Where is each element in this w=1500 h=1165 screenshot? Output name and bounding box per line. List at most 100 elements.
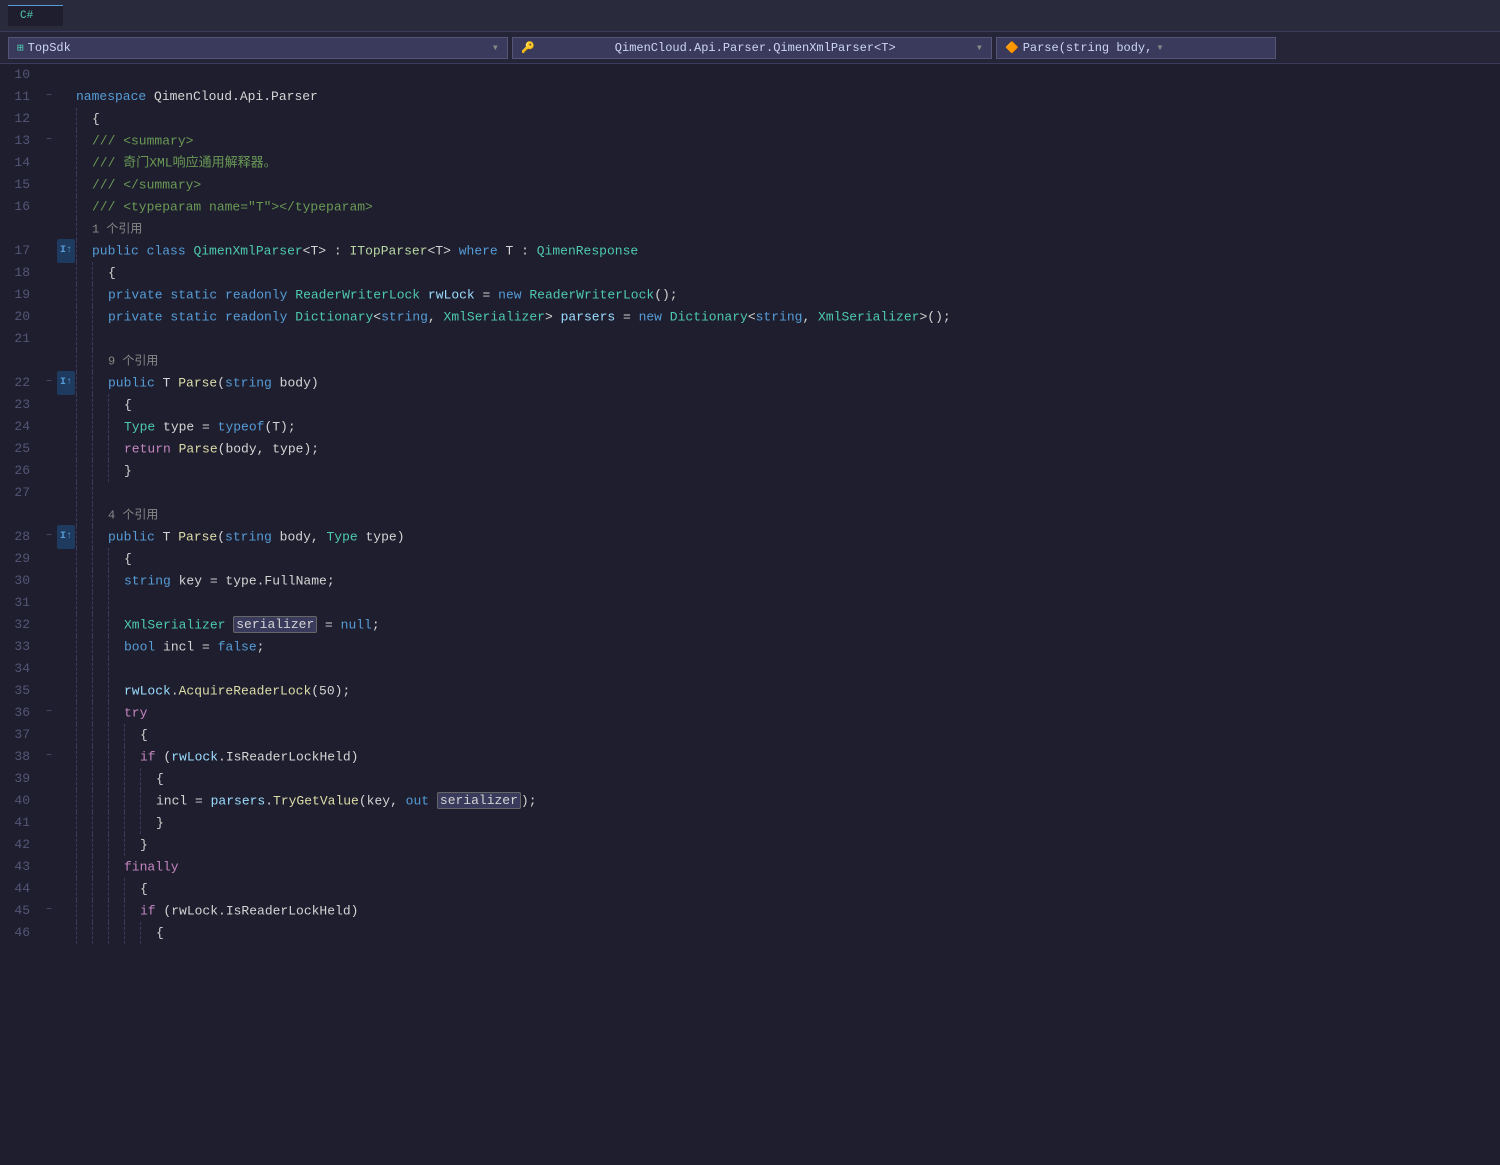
code-text: 9 个引用 (76, 350, 1500, 372)
code-line: 44{ (4, 878, 1500, 900)
line-number: 13 (4, 130, 42, 152)
line-number: 40 (4, 790, 42, 812)
code-line: 12 { (4, 108, 1500, 130)
code-line: 22−I↑public T Parse(string body) (4, 372, 1500, 394)
line-number: 21 (4, 328, 42, 350)
code-line: 34 (4, 658, 1500, 680)
code-text: bool incl = false; (76, 636, 1500, 658)
line-number: 23 (4, 394, 42, 416)
line-number: 15 (4, 174, 42, 196)
code-line: 18{ (4, 262, 1500, 284)
code-line: 11−namespace QimenCloud.Api.Parser (4, 86, 1500, 108)
line-number: 27 (4, 482, 42, 504)
editor: 1011−namespace QimenCloud.Api.Parser12 {1… (0, 64, 1500, 1165)
code-text: /// <summary> (76, 130, 1500, 152)
code-text: { (76, 768, 1500, 790)
breakpoint-indicator[interactable]: I↑ (56, 239, 76, 263)
code-text: XmlSerializer serializer = null; (76, 614, 1500, 636)
line-number: 11 (4, 86, 42, 108)
line-number: 33 (4, 636, 42, 658)
code-text: public T Parse(string body) (76, 372, 1500, 394)
code-line: 38−if (rwLock.IsReaderLockHeld) (4, 746, 1500, 768)
code-text: 1 个引用 (76, 218, 1500, 240)
code-text: Type type = typeof(T); (76, 416, 1500, 438)
code-line: 21 (4, 328, 1500, 350)
code-line: 1 个引用 (4, 218, 1500, 240)
code-text: rwLock.AcquireReaderLock(50); (76, 680, 1500, 702)
line-number: 41 (4, 812, 42, 834)
code-line: 20private static readonly Dictionary<str… (4, 306, 1500, 328)
parser-icon: 🔑 (521, 41, 535, 55)
code-line: 14/// 奇门XML响应通用解释器。 (4, 152, 1500, 174)
code-text: public T Parse(string body, Type type) (76, 526, 1500, 548)
code-line: 40incl = parsers.TryGetValue(key, out se… (4, 790, 1500, 812)
code-area: 1011−namespace QimenCloud.Api.Parser12 {1… (0, 64, 1500, 1165)
code-text: private static readonly ReaderWriterLock… (76, 284, 1500, 306)
line-number: 16 (4, 196, 42, 218)
code-text (76, 592, 1500, 614)
code-text: finally (76, 856, 1500, 878)
method-dropdown[interactable]: 🔶 Parse(string body, ▾ (996, 37, 1276, 59)
code-text: { (76, 548, 1500, 570)
code-line: 16/// <typeparam name="T"></typeparam> (4, 196, 1500, 218)
line-number: 42 (4, 834, 42, 856)
line-number: 36 (4, 702, 42, 724)
fold-icon[interactable]: − (42, 372, 56, 394)
code-text: return Parse(body, type); (76, 438, 1500, 460)
line-number: 45 (4, 900, 42, 922)
dropdown-arrow2: ▾ (976, 40, 983, 55)
code-text: { (76, 922, 1500, 944)
code-line: 39{ (4, 768, 1500, 790)
topsdk-dropdown[interactable]: ⊞ TopSdk ▾ (8, 37, 508, 59)
code-line: 46 { (4, 922, 1500, 944)
fold-icon[interactable]: − (42, 900, 56, 922)
breakpoint-indicator[interactable]: I↑ (56, 525, 76, 549)
title-bar: C# (0, 0, 1500, 32)
line-number: 32 (4, 614, 42, 636)
line-number: 26 (4, 460, 42, 482)
class-icon: ⊞ (17, 41, 24, 55)
line-number: 29 (4, 548, 42, 570)
code-text (76, 658, 1500, 680)
line-number: 28 (4, 526, 42, 548)
topsdk-label: ⊞ TopSdk (17, 41, 71, 55)
fold-icon[interactable]: − (42, 526, 56, 548)
code-line: 31 (4, 592, 1500, 614)
file-tab[interactable]: C# (8, 5, 63, 26)
fold-icon[interactable]: − (42, 702, 56, 724)
code-line: 32 XmlSerializer serializer = null; (4, 614, 1500, 636)
breakpoint-indicator[interactable]: I↑ (56, 371, 76, 395)
code-line: 27 (4, 482, 1500, 504)
code-text: 4 个引用 (76, 504, 1500, 526)
fold-icon[interactable]: − (42, 746, 56, 768)
line-number: 10 (4, 64, 42, 86)
code-text: } (76, 812, 1500, 834)
code-line: 9 个引用 (4, 350, 1500, 372)
fold-icon[interactable]: − (42, 130, 56, 152)
code-line: 33 bool incl = false; (4, 636, 1500, 658)
line-number: 19 (4, 284, 42, 306)
fold-icon[interactable]: − (42, 86, 56, 108)
line-number: 46 (4, 922, 42, 944)
line-number: 22 (4, 372, 42, 394)
line-number: 38 (4, 746, 42, 768)
line-number: 35 (4, 680, 42, 702)
dropdown-arrow: ▾ (492, 40, 499, 55)
code-line: 43finally (4, 856, 1500, 878)
code-text: public class QimenXmlParser<T> : ITopPar… (76, 240, 1500, 262)
code-text: } (76, 834, 1500, 856)
line-number: 12 (4, 108, 42, 130)
line-number: 31 (4, 592, 42, 614)
line-number: 20 (4, 306, 42, 328)
line-number: 37 (4, 724, 42, 746)
code-text: { (76, 394, 1500, 416)
file-icon: C# (20, 10, 33, 22)
code-text: { (76, 878, 1500, 900)
code-text: if (rwLock.IsReaderLockHeld) (76, 900, 1500, 922)
line-number: 30 (4, 570, 42, 592)
code-text: { (76, 108, 1500, 130)
parser-dropdown[interactable]: 🔑 QimenCloud.Api.Parser.QimenXmlParser<T… (512, 37, 992, 59)
line-number: 17 (4, 240, 42, 262)
code-text: if (rwLock.IsReaderLockHeld) (76, 746, 1500, 768)
code-line: 42} (4, 834, 1500, 856)
